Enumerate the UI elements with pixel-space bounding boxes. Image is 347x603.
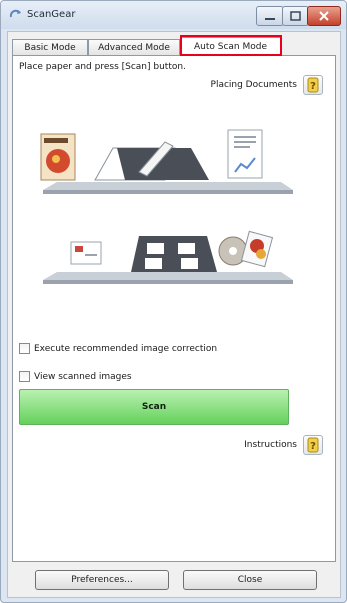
scangear-app-icon [9, 9, 21, 18]
minimize-button[interactable] [256, 6, 284, 26]
placing-documents-row: Placing Documents ? [211, 74, 323, 96]
placing-documents-label: Placing Documents [210, 80, 297, 90]
instruction-text: Place paper and press [Scan] button. [19, 62, 186, 72]
close-icon [319, 11, 329, 21]
tab-highlight-frame [180, 35, 282, 56]
auto-scan-panel: Place paper and press [Scan] button. Pla… [12, 55, 336, 562]
photo-types-illustration [43, 230, 293, 284]
window-close-button[interactable] [307, 6, 341, 26]
title-bar[interactable]: ScanGear [1, 1, 346, 29]
scan-button[interactable]: Scan [19, 389, 289, 425]
view-scanned-images-option[interactable]: View scanned images [19, 371, 132, 382]
scangear-window: ScanGear Basic Mode Advanced Mode Auto S… [0, 0, 347, 603]
svg-text:?: ? [310, 81, 316, 92]
maximize-button[interactable] [282, 6, 309, 26]
preferences-button[interactable]: Preferences... [35, 570, 169, 590]
document-types-illustration [40, 129, 293, 194]
view-scanned-images-checkbox[interactable] [19, 371, 30, 382]
execute-correction-checkbox[interactable] [19, 343, 30, 354]
execute-correction-label: Execute recommended image correction [34, 343, 218, 354]
question-mark-icon: ? [307, 437, 319, 453]
question-mark-icon: ? [307, 77, 319, 93]
window-title: ScanGear [27, 9, 76, 20]
tab-basic-mode[interactable]: Basic Mode [12, 39, 88, 56]
maximize-icon [290, 11, 301, 21]
view-scanned-images-label: View scanned images [34, 371, 132, 382]
scan-button-label: Scan [141, 402, 167, 412]
tab-advanced-mode[interactable]: Advanced Mode [88, 39, 180, 56]
svg-text:?: ? [310, 441, 316, 452]
client-area: Basic Mode Advanced Mode Auto Scan Mode … [7, 31, 341, 598]
close-button[interactable]: Close [183, 570, 317, 590]
minimize-icon [265, 18, 275, 20]
magazine-image [40, 133, 76, 181]
execute-correction-option[interactable]: Execute recommended image correction [19, 343, 217, 354]
instructions-help-button[interactable]: ? [303, 435, 323, 455]
instructions-row: Instructions ? [244, 434, 323, 456]
placing-documents-help-button[interactable]: ? [303, 75, 323, 95]
instructions-label: Instructions [244, 440, 297, 450]
